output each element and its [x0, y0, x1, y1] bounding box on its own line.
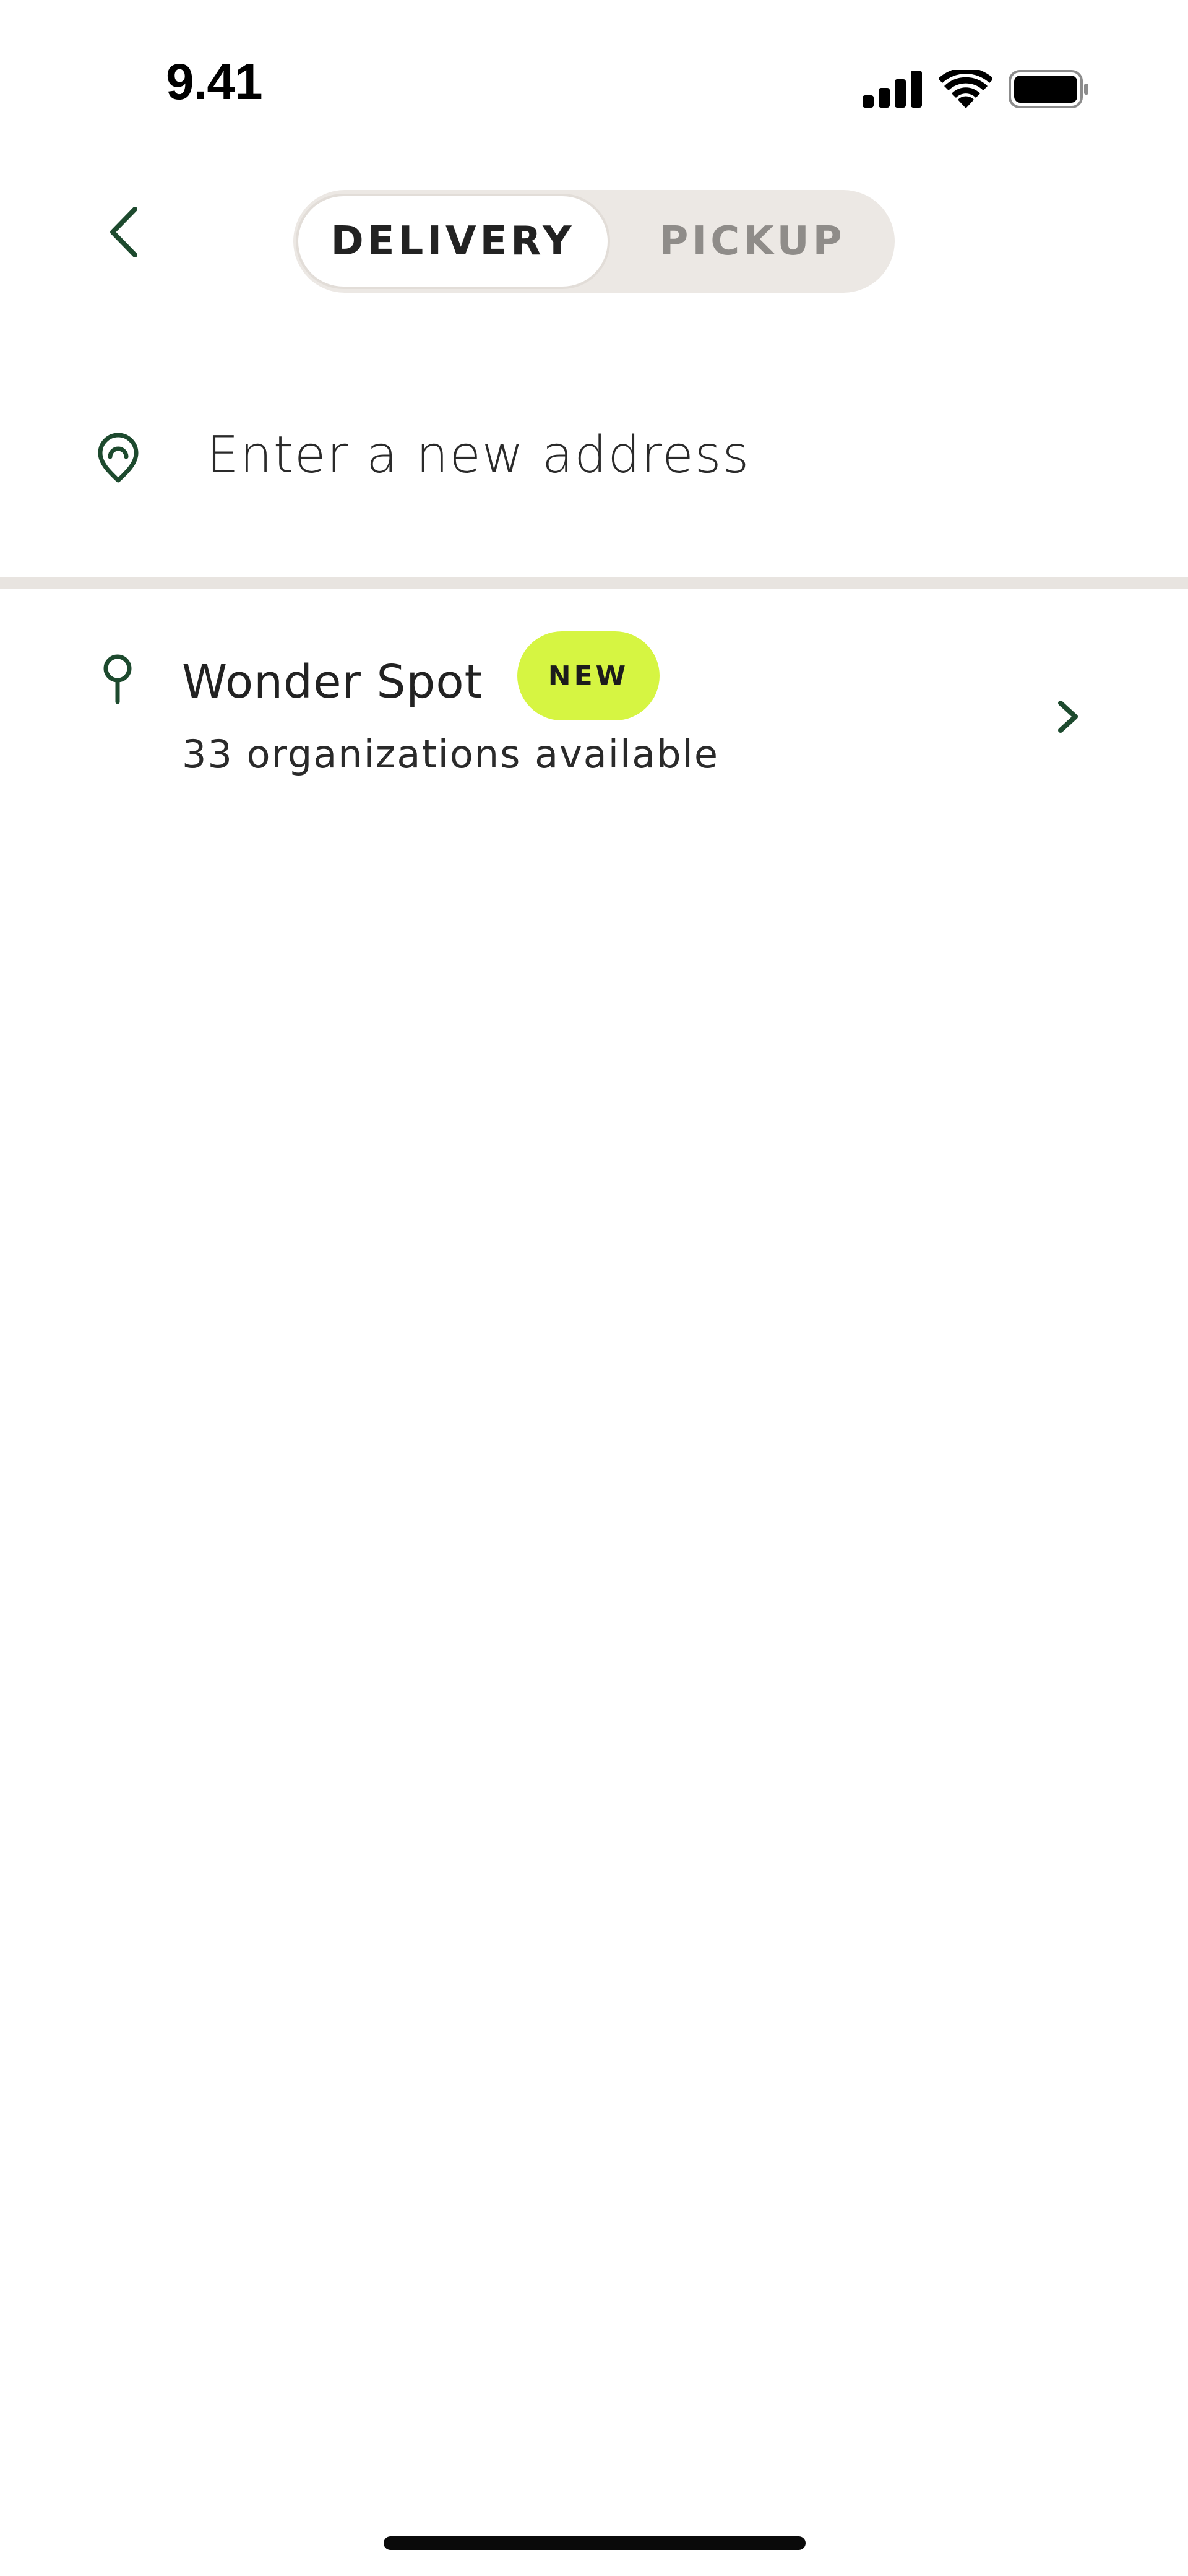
location-subtitle: 33 organizations available — [182, 732, 719, 777]
status-time: 9.41 — [166, 54, 263, 110]
location-name: Wonder Spot — [182, 655, 483, 709]
signal-icon — [863, 71, 922, 108]
new-badge: NEW — [517, 631, 660, 720]
delivery-pickup-toggle: DELIVERY PICKUP — [293, 190, 895, 293]
address-row — [0, 396, 1188, 508]
section-divider — [0, 577, 1188, 589]
battery-icon — [1009, 70, 1088, 108]
tab-pickup[interactable]: PICKUP — [610, 190, 895, 293]
chevron-right-icon — [1058, 701, 1078, 733]
chevron-left-icon — [110, 207, 137, 257]
back-button[interactable] — [93, 198, 155, 266]
status-icons — [863, 67, 1089, 111]
wifi-icon — [939, 70, 992, 108]
map-pin-icon — [103, 654, 132, 704]
home-indicator — [384, 2536, 806, 2550]
location-pin-icon — [98, 433, 139, 483]
address-input[interactable] — [207, 421, 1073, 489]
tab-delivery[interactable]: DELIVERY — [296, 194, 610, 289]
list-item-location[interactable]: Wonder Spot NEW 33 organizations availab… — [0, 613, 1188, 817]
status-bar: 9.41 — [0, 0, 1188, 142]
